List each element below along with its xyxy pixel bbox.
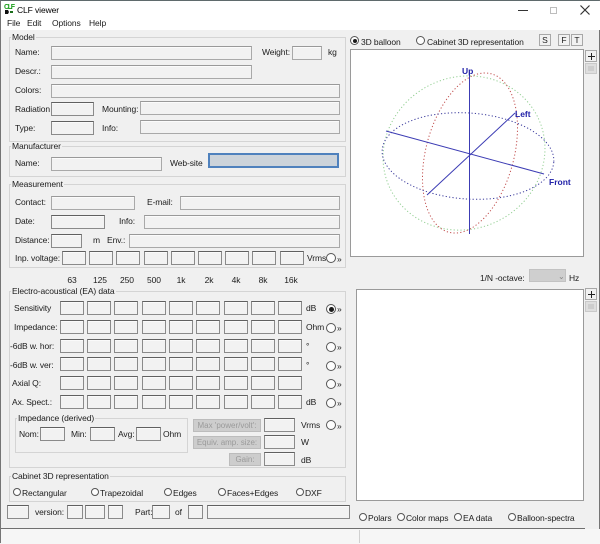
svg-text:Front: Front	[549, 177, 571, 187]
svg-text:Up: Up	[462, 66, 473, 76]
svg-text:Left: Left	[515, 109, 531, 119]
svg-text:CLF: CLF	[4, 4, 16, 11]
